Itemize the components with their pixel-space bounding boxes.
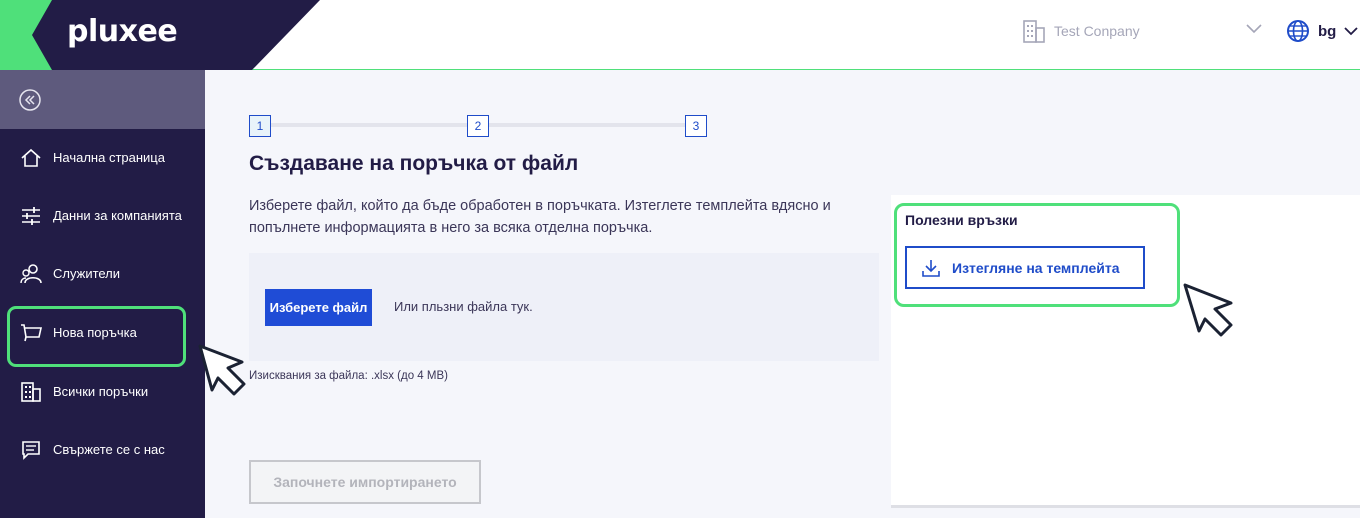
sidebar-item-contact[interactable]: Свържете се с нас xyxy=(0,428,205,472)
step-1: 1 xyxy=(249,115,271,137)
new-order-highlight xyxy=(7,306,186,367)
page-title: Създаване на поръчка от файл xyxy=(249,152,579,175)
double-chevron-left-icon xyxy=(19,89,41,111)
message-icon xyxy=(22,441,40,460)
pointer-cursor-icon xyxy=(198,344,246,396)
step-2: 2 xyxy=(467,115,489,137)
sidebar-item-label: Всички поръчки xyxy=(53,384,149,399)
chevron-down-icon[interactable] xyxy=(1246,24,1262,34)
sidebar-item-label: Служители xyxy=(53,266,121,281)
sidebar: Начална страница Данни за компанията Слу… xyxy=(0,70,205,518)
stepper-connector xyxy=(271,123,467,127)
sidebar-item-home[interactable]: Начална страница xyxy=(0,136,205,180)
stepper-connector xyxy=(489,123,685,127)
start-import-button[interactable]: Започнете импортирането xyxy=(249,460,481,504)
globe-icon xyxy=(1287,20,1309,42)
drop-hint: Или пльзни файла тук. xyxy=(394,299,533,314)
pointer-cursor-icon xyxy=(1183,283,1233,337)
sidebar-item-label: Свържете се с нас xyxy=(53,442,165,457)
users-icon xyxy=(20,264,42,284)
language-selector[interactable]: bg xyxy=(1286,19,1358,43)
sidebar-item-employees[interactable]: Служители xyxy=(0,252,205,296)
building-icon xyxy=(1023,20,1045,43)
language-code: bg xyxy=(1318,22,1337,40)
sidebar-item-company-data[interactable]: Данни за компанията xyxy=(0,194,205,238)
brand-area: pluxee xyxy=(0,0,320,70)
company-name: Test Conpany xyxy=(1054,23,1140,39)
choose-file-button[interactable]: Изберете файл xyxy=(265,289,372,326)
pluxee-logo[interactable]: pluxee xyxy=(67,14,178,49)
file-requirements: Изисквания за файла: .xlsx (до 4 MB) xyxy=(249,370,448,382)
sliders-icon xyxy=(22,207,40,225)
sidebar-item-label: Начална страница xyxy=(53,150,165,165)
home-icon xyxy=(21,148,41,167)
chevron-down-icon xyxy=(1344,26,1358,35)
building-icon xyxy=(21,382,41,402)
sidebar-item-all-orders[interactable]: Всички поръчки xyxy=(0,370,205,414)
step-3: 3 xyxy=(685,115,707,137)
company-selector[interactable]: Test Conpany xyxy=(1022,18,1140,44)
top-header: pluxee Test Conpany bg xyxy=(0,0,1360,70)
page-description: Изберете файл, който да бъде обработен в… xyxy=(249,198,831,236)
sidebar-item-label: Данни за компанията xyxy=(53,208,182,223)
useful-links-highlight xyxy=(894,203,1180,307)
sidebar-collapse-button[interactable] xyxy=(0,70,205,129)
